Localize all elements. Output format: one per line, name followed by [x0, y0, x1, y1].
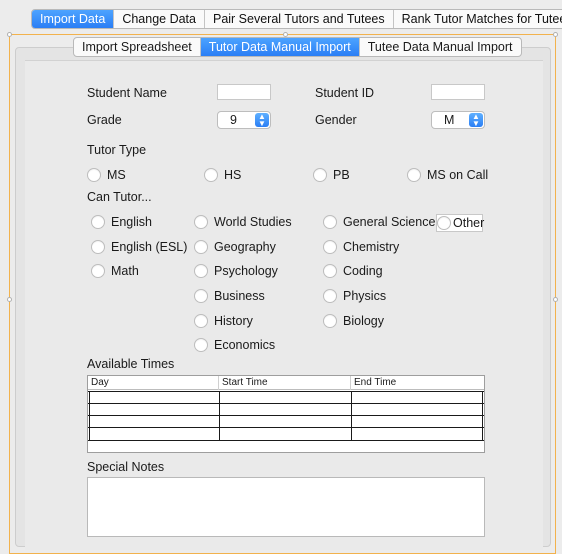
subject-biology-radio[interactable]: Biology [323, 314, 384, 328]
radio-icon [323, 314, 337, 328]
tutor-type-pb-radio[interactable]: PB [313, 168, 350, 182]
table-row[interactable] [88, 403, 484, 404]
subject-other-radio[interactable]: Other [437, 216, 484, 230]
stepper-arrows-icon: ▲ ▼ [255, 113, 269, 128]
radio-icon [437, 216, 451, 230]
table-divider [482, 391, 483, 441]
radio-icon [323, 264, 337, 278]
available-times-label: Available Times [87, 357, 175, 371]
subject-psychology-radio[interactable]: Psychology [194, 264, 278, 278]
subject-world-studies-radio[interactable]: World Studies [194, 215, 292, 229]
subject-math-radio[interactable]: Math [91, 264, 139, 278]
subject-coding-radio[interactable]: Coding [323, 264, 383, 278]
radio-icon [194, 264, 208, 278]
table-divider [219, 391, 220, 441]
subject-english-radio[interactable]: English [91, 215, 152, 229]
tab-tutee-manual-import[interactable]: Tutee Data Manual Import [360, 38, 521, 56]
radio-icon [194, 314, 208, 328]
table-header: Day Start Time End Time [88, 376, 484, 390]
resize-handle[interactable] [553, 32, 558, 37]
tutor-type-label: Tutor Type [87, 143, 147, 157]
grade-select[interactable]: 9 ▲ ▼ [217, 111, 271, 129]
column-header-start-time[interactable]: Start Time [219, 376, 351, 390]
radio-icon [194, 240, 208, 254]
subject-geography-radio[interactable]: Geography [194, 240, 276, 254]
grade-label: Grade [87, 113, 122, 127]
tab-tutor-manual-import[interactable]: Tutor Data Manual Import [200, 38, 360, 56]
subject-general-science-radio[interactable]: General Science [323, 215, 435, 229]
subject-other-field[interactable]: Other [436, 214, 484, 232]
special-notes-label: Special Notes [87, 460, 165, 474]
table-row[interactable] [88, 391, 484, 392]
radio-icon [91, 264, 105, 278]
special-notes-textarea[interactable] [87, 477, 485, 537]
grade-value: 9 [230, 113, 237, 127]
student-id-label: Student ID [315, 86, 375, 100]
student-name-label: Student Name [87, 86, 167, 100]
resize-handle[interactable] [7, 297, 12, 302]
tutor-type-ms-radio[interactable]: MS [87, 168, 126, 182]
tutor-type-ms-on-call-radio[interactable]: MS on Call [407, 168, 488, 182]
radio-icon [323, 240, 337, 254]
gender-value: M [444, 113, 455, 127]
tab-pair-tutors-tutees[interactable]: Pair Several Tutors and Tutees [205, 10, 394, 28]
stepper-arrows-icon: ▲ ▼ [469, 113, 483, 128]
radio-icon [194, 289, 208, 303]
gender-label: Gender [315, 113, 357, 127]
student-id-field[interactable] [431, 84, 485, 100]
radio-icon [323, 289, 337, 303]
radio-icon [204, 168, 218, 182]
can-tutor-label: Can Tutor... [87, 190, 152, 204]
subject-physics-radio[interactable]: Physics [323, 289, 386, 303]
radio-icon [91, 215, 105, 229]
table-row[interactable] [88, 415, 484, 416]
student-name-field[interactable] [217, 84, 271, 100]
subject-business-radio[interactable]: Business [194, 289, 265, 303]
resize-handle[interactable] [7, 32, 12, 37]
radio-icon [323, 215, 337, 229]
table-row[interactable] [88, 427, 484, 428]
radio-icon [313, 168, 327, 182]
tab-change-data[interactable]: Change Data [114, 10, 205, 28]
tutor-type-hs-radio[interactable]: HS [204, 168, 241, 182]
resize-handle[interactable] [553, 297, 558, 302]
radio-icon [194, 215, 208, 229]
column-header-day[interactable]: Day [88, 376, 219, 390]
main-tab-bar: Import Data Change Data Pair Several Tut… [31, 9, 562, 29]
tab-rank-tutor-matches[interactable]: Rank Tutor Matches for Tutee [394, 10, 562, 28]
gender-select[interactable]: M ▲ ▼ [431, 111, 485, 129]
table-divider [89, 391, 90, 441]
import-tab-bar: Import Spreadsheet Tutor Data Manual Imp… [73, 37, 522, 57]
radio-icon [87, 168, 101, 182]
tab-import-data[interactable]: Import Data [32, 10, 115, 28]
table-row[interactable] [88, 440, 484, 441]
subject-economics-radio[interactable]: Economics [194, 338, 275, 352]
column-header-end-time[interactable]: End Time [351, 376, 484, 390]
subject-chemistry-radio[interactable]: Chemistry [323, 240, 399, 254]
table-divider [351, 391, 352, 441]
tab-import-spreadsheet[interactable]: Import Spreadsheet [74, 38, 201, 56]
available-times-table[interactable]: Day Start Time End Time [87, 375, 485, 453]
radio-icon [91, 240, 105, 254]
subject-english-esl-radio[interactable]: English (ESL) [91, 240, 187, 254]
radio-icon [407, 168, 421, 182]
subject-history-radio[interactable]: History [194, 314, 253, 328]
radio-icon [194, 338, 208, 352]
